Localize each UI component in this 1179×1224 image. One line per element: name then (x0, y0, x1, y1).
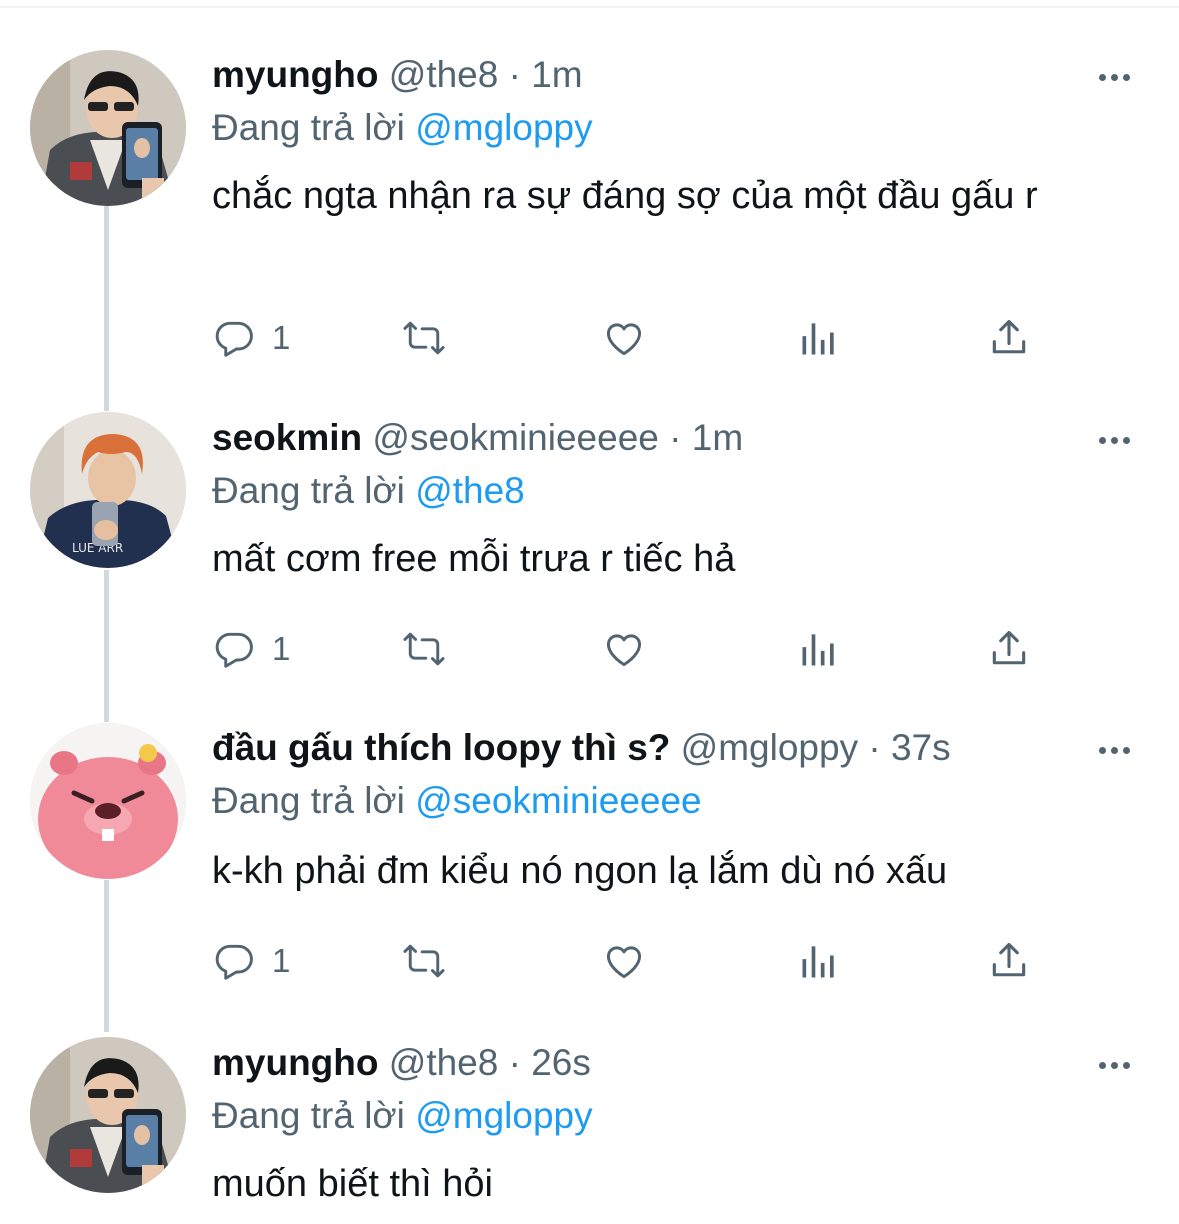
heart-icon (606, 946, 642, 979)
like-button[interactable] (602, 935, 662, 985)
tweet-actions: 1 (212, 623, 1072, 673)
display-name[interactable]: seokmin (212, 417, 362, 458)
reply-bubble-icon (215, 632, 253, 668)
views-button[interactable] (797, 623, 857, 673)
tweet-header: myungho @the8 · 26s (212, 1038, 591, 1088)
display-name[interactable]: myungho (212, 54, 378, 95)
user-handle[interactable]: @the8 (389, 1042, 499, 1083)
like-button[interactable] (602, 312, 662, 362)
avatar-image (30, 50, 186, 206)
more-dots-icon[interactable] (1093, 735, 1137, 765)
timestamp[interactable]: 37s (891, 727, 951, 768)
tweet-header: seokmin @seokminieeeee · 1m (212, 413, 743, 463)
views-button[interactable] (797, 312, 857, 362)
avatar[interactable] (30, 50, 186, 206)
reply-button[interactable]: 1 (212, 312, 312, 362)
retweet-button[interactable] (402, 312, 462, 362)
reply-bubble-icon (215, 321, 253, 357)
heart-icon (606, 634, 642, 667)
separator-dot: · (498, 1042, 532, 1083)
reply-count: 1 (272, 630, 291, 667)
share-upload-icon (992, 319, 1026, 354)
separator-dot: · (658, 417, 692, 458)
more-dots-icon[interactable] (1093, 1050, 1137, 1080)
tweet[interactable]: myungho @the8 · 1m Đang trả lời @mgloppy… (0, 0, 1179, 400)
avatar-image (30, 1037, 186, 1193)
tweet[interactable]: đầu gấu thích loopy thì s? @mgloppy · 37… (0, 710, 1179, 1025)
reply-bubble-icon (215, 944, 253, 980)
tweet-header: đầu gấu thích loopy thì s? @mgloppy · 37… (212, 723, 951, 773)
timestamp[interactable]: 1m (692, 417, 743, 458)
reply-context: Đang trả lời @mgloppy (212, 103, 593, 153)
tweet-text: k-kh phải đm kiểu nó ngon lạ lắm dù nó x… (212, 850, 948, 892)
display-name[interactable]: đầu gấu thích loopy thì s? (212, 727, 670, 768)
avatar-image (30, 723, 186, 879)
retweet-button[interactable] (402, 935, 462, 985)
reply-prefix: Đang trả lời (212, 1095, 416, 1136)
reply-button[interactable]: 1 (212, 623, 312, 673)
like-button[interactable] (602, 623, 662, 673)
analytics-bars-icon (802, 946, 834, 978)
share-button[interactable] (987, 312, 1047, 362)
user-handle[interactable]: @mgloppy (681, 727, 858, 768)
heart-icon (606, 323, 642, 356)
reply-context: Đang trả lời @seokminieeeee (212, 776, 702, 826)
reply-count: 1 (272, 942, 291, 979)
tweet[interactable]: myungho @the8 · 26s Đang trả lời @mglopp… (0, 1025, 1179, 1224)
user-handle[interactable]: @the8 (389, 54, 499, 95)
reply-mention-link[interactable]: @the8 (415, 470, 525, 511)
reply-mention-link[interactable]: @seokminieeeee (415, 780, 701, 821)
reply-button[interactable]: 1 (212, 935, 312, 985)
reply-context: Đang trả lời @the8 (212, 466, 525, 516)
timestamp[interactable]: 26s (531, 1042, 591, 1083)
timestamp[interactable]: 1m (531, 54, 582, 95)
reply-prefix: Đang trả lời (212, 107, 416, 148)
share-button[interactable] (987, 935, 1047, 985)
reply-count: 1 (272, 319, 291, 356)
tweet[interactable]: LUE ARR seokmin @seokminieeeee · 1m Đang… (0, 400, 1179, 710)
retweet-icon (403, 632, 445, 666)
tweet-header: myungho @the8 · 1m (212, 50, 583, 100)
retweet-button[interactable] (402, 623, 462, 673)
avatar-image: LUE ARR (30, 412, 186, 568)
user-handle[interactable]: @seokminieeeee (372, 417, 658, 458)
retweet-icon (403, 944, 445, 978)
tweet-actions: 1 (212, 312, 1072, 362)
avatar[interactable] (30, 1037, 186, 1193)
share-button[interactable] (987, 623, 1047, 673)
avatar[interactable]: LUE ARR (30, 412, 186, 568)
tweet-text: chắc ngta nhận ra sự đáng sợ của một đầu… (212, 175, 1038, 217)
reply-mention-link[interactable]: @mgloppy (415, 107, 592, 148)
reply-prefix: Đang trả lời (212, 470, 416, 511)
display-name[interactable]: myungho (212, 1042, 378, 1083)
reply-context: Đang trả lời @mgloppy (212, 1091, 593, 1141)
analytics-bars-icon (802, 634, 834, 666)
more-dots-icon[interactable] (1093, 425, 1137, 455)
separator-dot: · (498, 54, 532, 95)
tweet-text: mất cơm free mỗi trưa r tiếc hả (212, 538, 736, 580)
share-upload-icon (992, 630, 1026, 665)
tweet-actions: 1 (212, 935, 1072, 985)
separator-dot: · (858, 727, 891, 768)
analytics-bars-icon (802, 323, 834, 355)
reply-mention-link[interactable]: @mgloppy (415, 1095, 592, 1136)
more-dots-icon[interactable] (1093, 62, 1137, 92)
views-button[interactable] (797, 935, 857, 985)
share-upload-icon (992, 942, 1026, 977)
tweet-text: muốn biết thì hỏi (212, 1163, 493, 1205)
retweet-icon (403, 321, 445, 355)
avatar[interactable] (30, 723, 186, 879)
reply-prefix: Đang trả lời (212, 780, 416, 821)
